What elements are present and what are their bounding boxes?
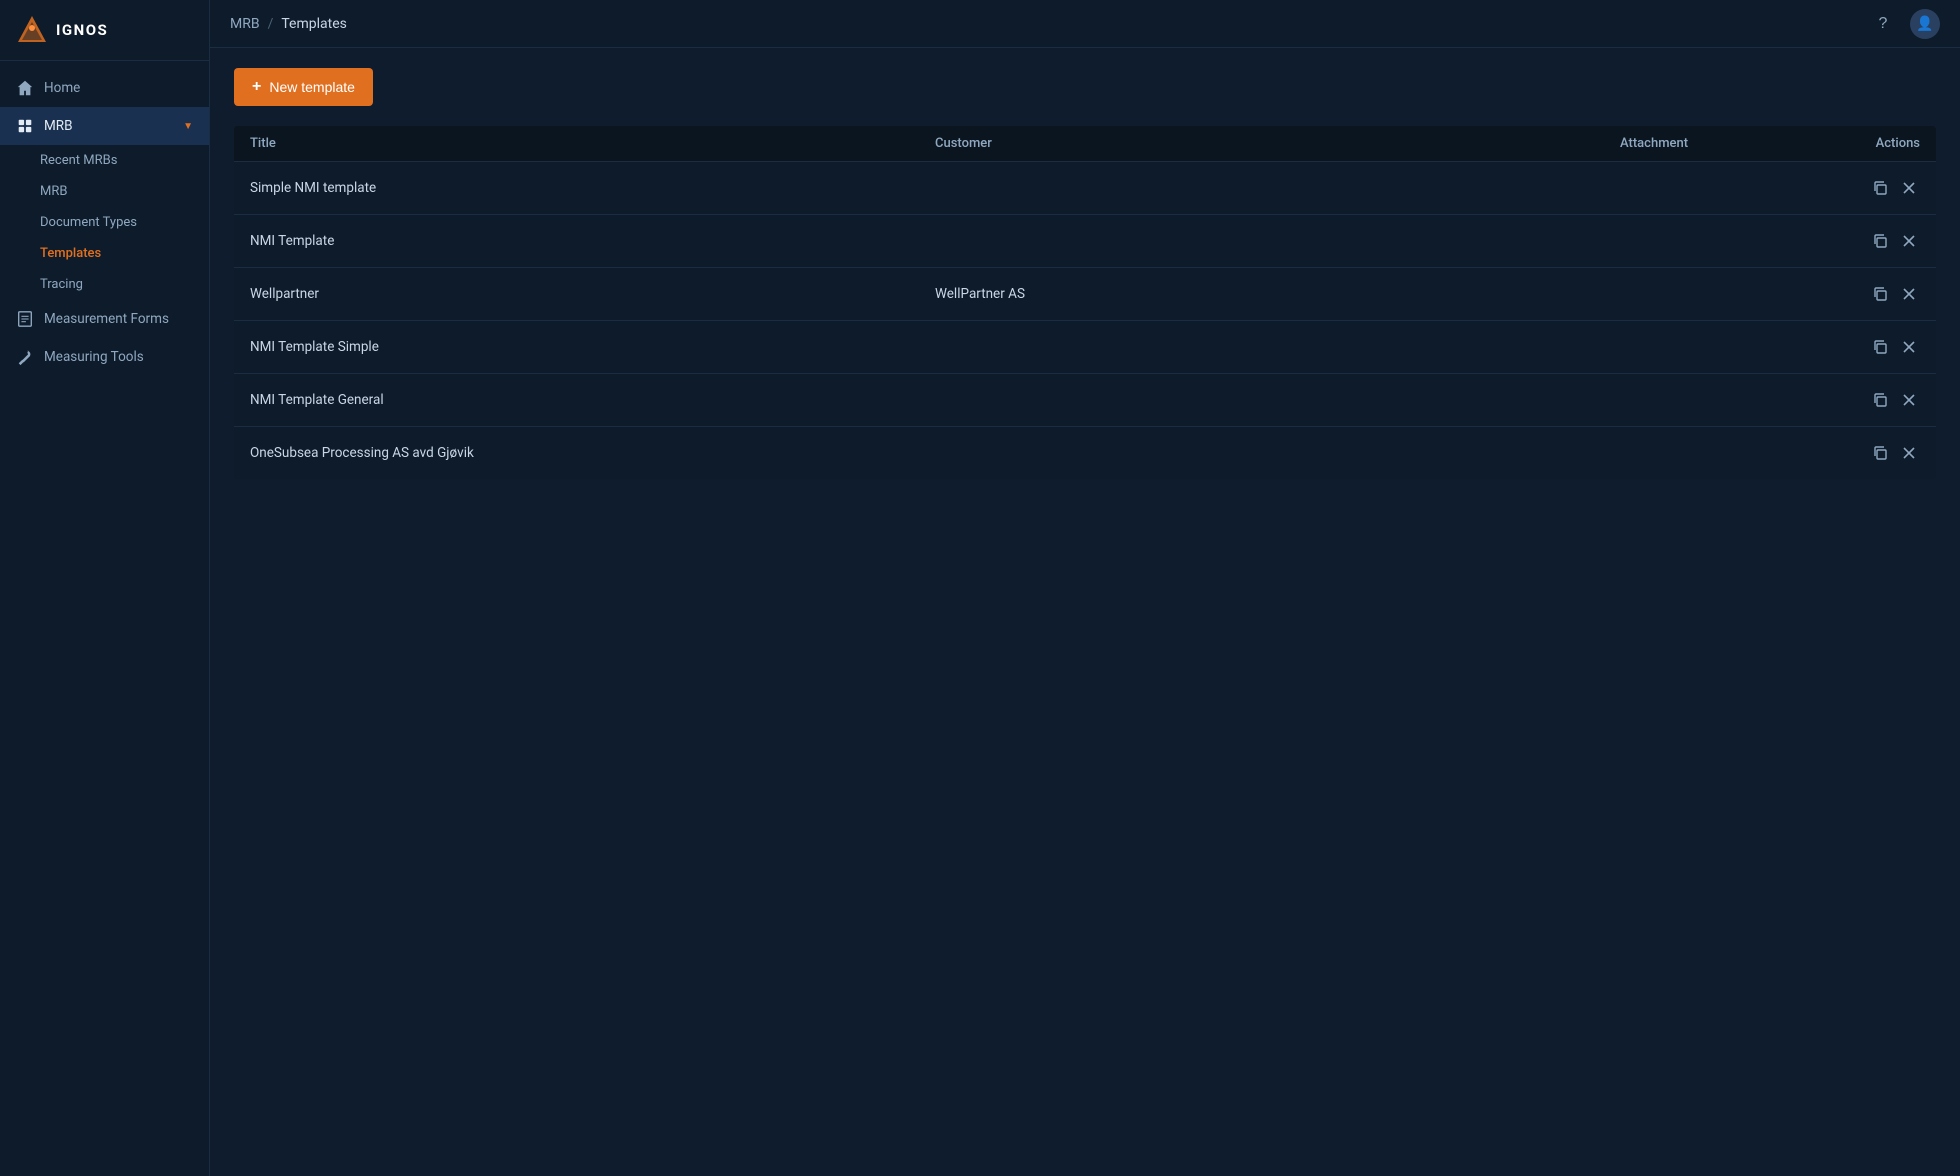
sidebar: IGNOS Home MRB ▼ Recent MRBs (0, 0, 210, 1176)
sidebar-nav: Home MRB ▼ Recent MRBs MRB Document Type… (0, 61, 209, 1176)
copy-icon (1872, 339, 1888, 355)
table-row: NMI Template General (234, 374, 1936, 427)
sidebar-label-home: Home (44, 80, 193, 96)
close-icon (1902, 340, 1916, 354)
sidebar-item-measuring-tools[interactable]: Measuring Tools (0, 338, 209, 376)
delete-button[interactable] (1898, 230, 1920, 252)
row-customer: WellPartner AS (935, 286, 1620, 302)
close-icon (1902, 181, 1916, 195)
topbar-actions: ? 👤 (1868, 9, 1940, 39)
sidebar-item-home[interactable]: Home (0, 69, 209, 107)
copy-button[interactable] (1868, 282, 1892, 306)
sidebar-item-measurement-forms[interactable]: Measurement Forms (0, 300, 209, 338)
delete-button[interactable] (1898, 336, 1920, 358)
row-actions (1800, 229, 1920, 253)
user-avatar-button[interactable]: 👤 (1910, 9, 1940, 39)
mrb-icon (16, 117, 34, 135)
copy-icon (1872, 233, 1888, 249)
table-row: Wellpartner WellPartner AS (234, 268, 1936, 321)
plus-icon: + (252, 78, 261, 96)
delete-button[interactable] (1898, 442, 1920, 464)
col-title: Title (250, 136, 935, 151)
sidebar-item-mrb[interactable]: MRB (0, 176, 209, 207)
copy-button[interactable] (1868, 388, 1892, 412)
delete-button[interactable] (1898, 177, 1920, 199)
row-actions (1800, 335, 1920, 359)
table-header: Title Customer Attachment Actions (234, 126, 1936, 162)
app-name: IGNOS (56, 21, 108, 39)
row-title: NMI Template General (250, 392, 935, 408)
sidebar-item-document-types[interactable]: Document Types (0, 207, 209, 238)
copy-button[interactable] (1868, 335, 1892, 359)
copy-icon (1872, 445, 1888, 461)
copy-button[interactable] (1868, 441, 1892, 465)
close-icon (1902, 287, 1916, 301)
row-title: Simple NMI template (250, 180, 935, 196)
sidebar-label-mrb: MRB (44, 118, 173, 134)
col-actions: Actions (1800, 136, 1920, 151)
sidebar-item-tracing[interactable]: Tracing (0, 269, 209, 300)
copy-icon (1872, 180, 1888, 196)
close-icon (1902, 446, 1916, 460)
delete-button[interactable] (1898, 283, 1920, 305)
sidebar-item-mrb[interactable]: MRB ▼ (0, 107, 209, 145)
breadcrumb-parent: MRB (230, 16, 260, 32)
help-icon: ? (1879, 15, 1888, 33)
sidebar-label-measurement-forms: Measurement Forms (44, 311, 193, 327)
copy-icon (1872, 286, 1888, 302)
copy-icon (1872, 392, 1888, 408)
row-title: OneSubsea Processing AS avd Gjøvik (250, 445, 935, 461)
user-avatar-icon: 👤 (1916, 15, 1933, 32)
table-row: Simple NMI template (234, 162, 1936, 215)
topbar: MRB / Templates ? 👤 (210, 0, 1960, 48)
row-actions (1800, 282, 1920, 306)
row-title: NMI Template Simple (250, 339, 935, 355)
row-actions (1800, 176, 1920, 200)
new-template-label: New template (269, 79, 355, 95)
breadcrumb: MRB / Templates (230, 16, 347, 32)
copy-button[interactable] (1868, 229, 1892, 253)
row-title: Wellpartner (250, 286, 935, 302)
sidebar-item-recent-mrbs[interactable]: Recent MRBs (0, 145, 209, 176)
close-icon (1902, 234, 1916, 248)
delete-button[interactable] (1898, 389, 1920, 411)
app-logo: IGNOS (0, 0, 209, 61)
col-customer: Customer (935, 136, 1620, 151)
sidebar-label-measuring-tools: Measuring Tools (44, 349, 193, 365)
row-title: NMI Template (250, 233, 935, 249)
table-row: OneSubsea Processing AS avd Gjøvik (234, 427, 1936, 479)
mrb-sub-nav: Recent MRBs MRB Document Types Templates… (0, 145, 209, 300)
sidebar-item-templates[interactable]: Templates (0, 238, 209, 269)
row-actions (1800, 388, 1920, 412)
forms-icon (16, 310, 34, 328)
new-template-button[interactable]: + New template (234, 68, 373, 106)
table-row: NMI Template Simple (234, 321, 1936, 374)
breadcrumb-current: Templates (281, 16, 347, 32)
row-actions (1800, 441, 1920, 465)
page-content: + New template Title Customer Attachment… (210, 48, 1960, 1176)
main-content: MRB / Templates ? 👤 + New template Title… (210, 0, 1960, 1176)
mrb-expand-arrow: ▼ (183, 121, 193, 132)
home-icon (16, 79, 34, 97)
breadcrumb-separator: / (268, 16, 274, 32)
help-button[interactable]: ? (1868, 9, 1898, 39)
table-row: NMI Template (234, 215, 1936, 268)
templates-table: Title Customer Attachment Actions Simple… (234, 126, 1936, 479)
col-attachment: Attachment (1620, 136, 1800, 151)
close-icon (1902, 393, 1916, 407)
tools-icon (16, 348, 34, 366)
logo-icon (16, 14, 48, 46)
copy-button[interactable] (1868, 176, 1892, 200)
